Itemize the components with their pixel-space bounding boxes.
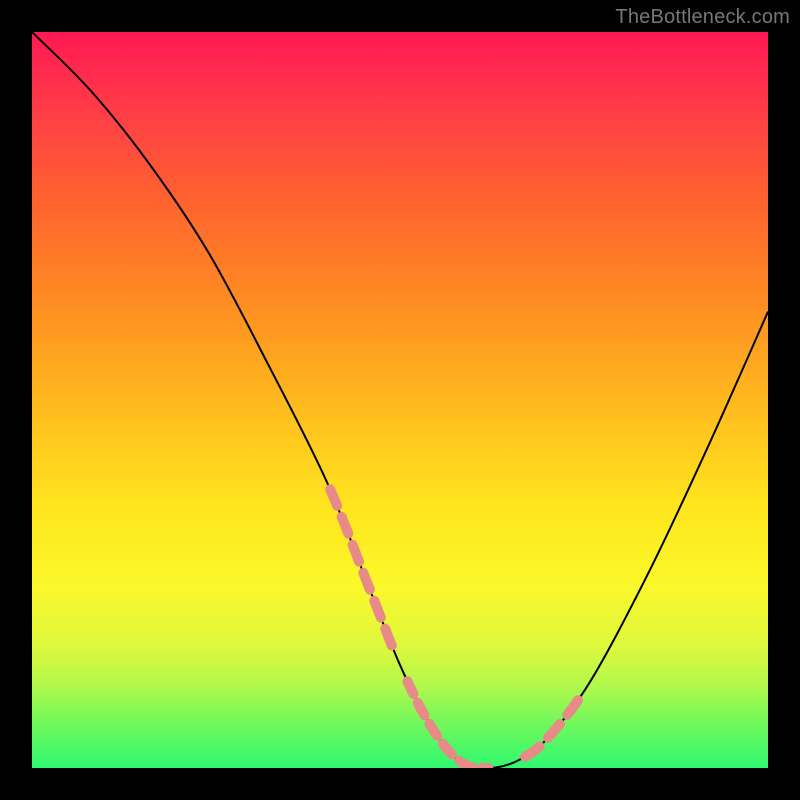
watermark-text: TheBottleneck.com — [615, 6, 790, 29]
highlight-segment — [407, 681, 488, 768]
chart-container: TheBottleneck.com — [0, 0, 800, 800]
highlight-segment — [525, 697, 580, 757]
curve-svg — [32, 32, 768, 768]
bottleneck-curve — [32, 32, 768, 768]
plot-area — [32, 32, 768, 768]
